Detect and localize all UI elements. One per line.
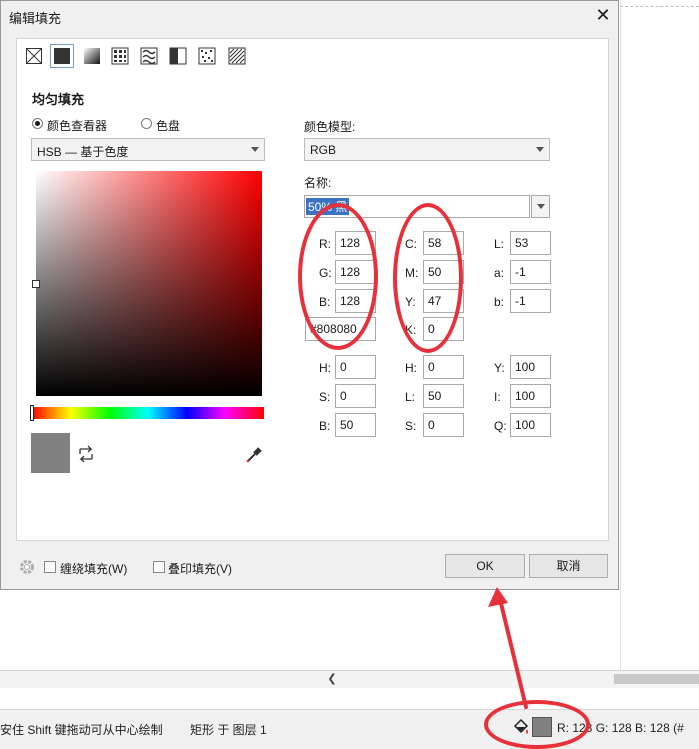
hls-h-input[interactable]: 0 xyxy=(423,355,464,379)
page-border-dashed xyxy=(620,6,699,7)
hls-h-label: H: xyxy=(405,361,417,375)
vector-pattern-icon[interactable] xyxy=(111,47,129,65)
hue-slider-handle[interactable] xyxy=(30,405,34,421)
cancel-button[interactable]: 取消 xyxy=(529,554,608,578)
section-title: 均匀填充 xyxy=(32,92,85,107)
status-object-info: 矩形 于 图层 1 xyxy=(190,723,267,737)
postscript-fill-icon[interactable] xyxy=(228,47,246,65)
color-viewer-label: 颜色查看器 xyxy=(47,119,108,133)
fountain-fill-icon[interactable] xyxy=(83,47,101,65)
chevron-down-icon xyxy=(251,147,259,152)
lab-l-label: L: xyxy=(494,237,505,251)
picker-handle[interactable] xyxy=(32,280,40,288)
hsb-b-label: B: xyxy=(319,419,331,433)
dialog-title: 编辑填充 xyxy=(9,11,62,26)
eyedropper-icon[interactable] xyxy=(245,446,263,464)
texture-fill-icon[interactable] xyxy=(198,47,216,65)
chevron-down-icon xyxy=(537,204,545,209)
overprint-fill-label: 叠印填充(V) xyxy=(168,562,232,576)
color-name-dropdown-button[interactable] xyxy=(531,195,550,218)
hls-l-input[interactable]: 50 xyxy=(423,384,464,408)
annotation-arrow xyxy=(488,587,528,709)
hls-s-input[interactable]: 0 xyxy=(423,413,464,437)
overprint-fill-checkbox[interactable] xyxy=(153,561,165,573)
yiq-y-label: Y: xyxy=(494,361,505,375)
name-label: 名称: xyxy=(304,176,332,190)
lab-b-input[interactable]: -1 xyxy=(510,289,551,313)
uniform-fill-icon[interactable] xyxy=(50,44,74,68)
lab-b-label: b: xyxy=(494,295,505,309)
horizontal-scrollbar[interactable] xyxy=(0,670,699,688)
ruler-divider xyxy=(620,0,621,670)
yiq-q-input[interactable]: 100 xyxy=(510,413,551,437)
annotation-oval-rgb xyxy=(298,203,378,350)
annotation-oval-cmyk xyxy=(393,203,463,353)
current-color-swatch xyxy=(31,433,70,473)
lab-l-input[interactable]: 53 xyxy=(510,231,551,255)
bitmap-pattern-icon[interactable] xyxy=(140,47,158,65)
color-viewer-radio[interactable] xyxy=(32,118,43,129)
hsb-h-label: H: xyxy=(319,361,331,375)
hsb-h-input[interactable]: 0 xyxy=(335,355,376,379)
palette-radio[interactable] xyxy=(141,118,152,129)
hls-l-label: L: xyxy=(405,390,416,404)
hsb-s-label: S: xyxy=(319,390,331,404)
wrap-fill-label: 缠绕填充(W) xyxy=(60,562,128,576)
lab-a-label: a: xyxy=(494,266,505,280)
chevron-down-icon xyxy=(536,147,544,152)
gear-icon[interactable] xyxy=(18,558,36,576)
two-color-pattern-icon[interactable] xyxy=(169,47,187,65)
saturation-brightness-picker[interactable] xyxy=(36,171,262,396)
yiq-y-input[interactable]: 100 xyxy=(510,355,551,379)
hls-s-label: S: xyxy=(405,419,417,433)
scroll-left-icon[interactable]: ❮ xyxy=(324,672,340,686)
scrollbar-thumb[interactable] xyxy=(614,674,699,684)
no-fill-icon[interactable] xyxy=(25,47,43,65)
wrap-fill-checkbox[interactable] xyxy=(44,561,56,573)
status-hint: 安住 Shift 键拖动可从中心绘制 xyxy=(0,723,163,737)
hsb-b-input[interactable]: 50 xyxy=(335,413,376,437)
swap-color-icon[interactable] xyxy=(77,445,95,463)
yiq-i-label: I: xyxy=(494,390,501,404)
yiq-i-input[interactable]: 100 xyxy=(510,384,551,408)
close-button[interactable]: ✕ xyxy=(593,5,613,25)
palette-label: 色盘 xyxy=(156,119,181,133)
color-mode-dropdown[interactable]: HSB — 基于色度 xyxy=(31,138,265,161)
ok-button[interactable]: OK xyxy=(445,554,525,578)
yiq-q-label: Q: xyxy=(494,419,507,433)
color-model-label: 颜色模型: xyxy=(304,120,356,134)
hue-slider[interactable] xyxy=(32,407,264,419)
hsb-s-input[interactable]: 0 xyxy=(335,384,376,408)
lab-a-input[interactable]: -1 xyxy=(510,260,551,284)
color-mode-value: HSB — 基于色度 xyxy=(37,145,129,159)
color-model-value: RGB xyxy=(310,143,337,157)
color-model-dropdown[interactable]: RGB xyxy=(304,138,550,161)
